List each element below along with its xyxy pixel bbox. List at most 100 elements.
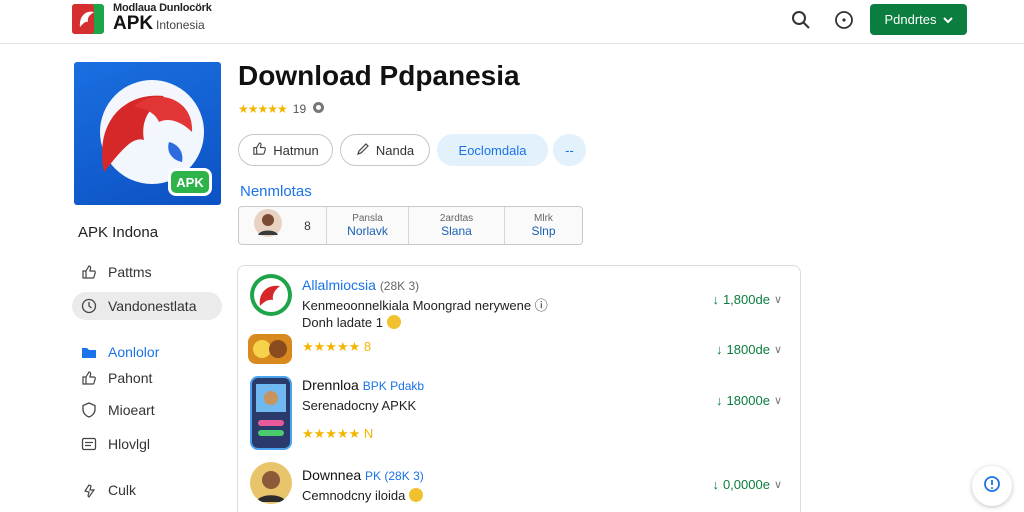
like-label: Hatmun	[273, 142, 319, 158]
help-fab-button[interactable]	[972, 466, 1012, 506]
list-item-description: Serenadocny APKK	[302, 398, 417, 413]
list-item-stars: ★★★★★ 8	[302, 339, 372, 354]
info-value: Slana	[441, 224, 472, 238]
download-arrow-icon: ↓	[712, 292, 719, 307]
info-value: Slnp	[531, 224, 556, 238]
download-count-button[interactable]: ↓ 1800de ∨	[716, 342, 782, 357]
cta-label: Pdndrtes	[884, 12, 937, 27]
download-button[interactable]: Eoclomdala	[437, 134, 548, 166]
sidebar-item-aonlolor[interactable]: Aonlolor	[72, 338, 222, 366]
list-item-meta: PK (28K 3)	[365, 469, 424, 483]
download-count-button[interactable]: ↓ 18000e ∨	[716, 393, 782, 408]
info-box: 8 Pansla Norlavk 2ardtas Slana Mlrk Slnp	[238, 206, 583, 245]
apk-badge-label: APK	[176, 174, 204, 190]
chevron-down-icon: ∨	[773, 395, 782, 407]
globe-icon	[312, 101, 325, 117]
sidebar-item-label: Pattms	[108, 264, 152, 280]
avatar	[254, 209, 283, 242]
sidebar-title: APK Indona	[78, 224, 159, 241]
list-item-meta: BPK Pdakb	[362, 379, 425, 393]
list-item-description: Cemnodcny iloida	[302, 488, 423, 503]
download-arrow-icon: ↓	[716, 342, 723, 357]
page-title: Download Pdpanesia	[238, 60, 520, 91]
info-caption: Pansla	[352, 213, 383, 224]
header-cta-button[interactable]: Pdndrtes	[870, 4, 967, 35]
info-caption: Mlrk	[534, 213, 553, 224]
rating-value: 19	[292, 102, 307, 116]
brand-subtitle: Intonesia	[156, 18, 205, 32]
list-item-subtext: Donh ladate 1	[302, 315, 383, 330]
emoji-icon	[386, 315, 401, 329]
list-item-description: Kenmeoonnelkiala Moongrad nerywene ⓘ	[302, 295, 548, 314]
sidebar-item-hlovlgl[interactable]: Hlovlgl	[72, 430, 222, 458]
info-circle-icon[interactable]	[832, 8, 856, 32]
app-list-icon[interactable]	[250, 274, 292, 316]
list-item-rating: ★★★★★ N	[302, 426, 373, 442]
download-count: 0,0000e	[722, 477, 770, 492]
list-item-name: Allalmiocsia	[302, 277, 376, 293]
edit-label: Nanda	[375, 142, 415, 158]
info-circle-icon: ⓘ	[534, 298, 548, 313]
section-label: Nenmlotas	[240, 183, 312, 200]
pointer-icon	[80, 481, 98, 499]
sidebar-item-label: Culk	[108, 482, 137, 498]
chevron-down-icon: ∨	[773, 294, 782, 306]
info-caption: 2ardtas	[439, 213, 474, 224]
info-cell: Mlrk Slnp	[505, 207, 582, 244]
download-count: 18000e	[726, 393, 770, 408]
shield-icon	[80, 401, 98, 419]
chevron-down-icon	[942, 12, 953, 27]
info-cell: Pansla Norlavk	[327, 207, 409, 244]
download-count: 1,800de	[722, 292, 770, 307]
edit-button[interactable]: Nanda	[340, 134, 430, 166]
download-arrow-icon: ↓	[712, 477, 719, 492]
list-item-name: Downnea	[302, 467, 362, 483]
download-count-button[interactable]: ↓ 0,0000e ∨	[712, 477, 782, 492]
apk-badge: APK	[168, 168, 212, 196]
star-rating: ★★★★★	[238, 102, 288, 116]
list-item-desc-text: Cemnodcny iloida	[302, 488, 406, 503]
info-value: 8	[304, 218, 311, 233]
avatar[interactable]	[250, 462, 292, 504]
sidebar-item-label: Mioeart	[108, 402, 155, 418]
help-icon	[983, 475, 1001, 498]
clock-icon	[80, 297, 98, 315]
app-list-card: Allalmiocsia (28K 3) Kenmeoonnelkiala Mo…	[237, 265, 801, 512]
sidebar-item-pahont[interactable]: Pahont	[72, 364, 222, 392]
game-thumbnail-icon[interactable]	[248, 334, 292, 364]
sidebar-item-vandonestlata[interactable]: Vandonestlata	[72, 292, 222, 320]
folder-icon	[80, 343, 98, 361]
sidebar-item-mioeart[interactable]: Mioeart	[72, 396, 222, 424]
list-item-title[interactable]: Downnea PK (28K 3)	[302, 467, 424, 483]
list-item-title[interactable]: Allalmiocsia (28K 3)	[302, 277, 419, 293]
list-item-title[interactable]: Drennloa BPK Pdakb	[302, 377, 424, 393]
list-item-rating: ★★★★★ 8	[302, 339, 371, 355]
apk-logo[interactable]	[72, 4, 104, 34]
brand-name: APK	[113, 13, 154, 34]
list-item-desc-text: Kenmeoonnelkiala Moongrad nerywene	[302, 298, 532, 313]
sidebar-item-label: Vandonestlata	[108, 298, 197, 314]
info-cell-avatar: 8	[239, 207, 327, 244]
app-icon: APK	[74, 62, 221, 205]
download-arrow-icon: ↓	[716, 393, 723, 408]
thumbs-up-icon	[80, 263, 98, 281]
chevron-down-icon: ∨	[773, 479, 782, 491]
info-cell: 2ardtas Slana	[409, 207, 505, 244]
sidebar-item-pattms[interactable]: Pattms	[72, 258, 222, 286]
list-item-meta: (28K 3)	[379, 279, 420, 293]
rating-row: ★★★★★ 19	[238, 101, 325, 117]
download-count-button[interactable]: ↓ 1,800de ∨	[712, 292, 782, 307]
pencil-icon	[356, 142, 370, 159]
like-button[interactable]: Hatmun	[238, 134, 333, 166]
chevron-down-icon: ∨	[773, 344, 782, 356]
thumbs-up-icon	[252, 141, 267, 159]
list-icon	[80, 435, 98, 453]
more-button[interactable]: --	[553, 134, 586, 166]
search-icon[interactable]	[789, 8, 813, 32]
sidebar-item-culk[interactable]: Culk	[72, 476, 222, 504]
download-label: Eoclomdala	[458, 142, 527, 158]
sidebar-item-label: Hlovlgl	[108, 436, 151, 452]
phone-screenshot-icon[interactable]	[250, 376, 292, 450]
list-item-stars: ★★★★★ N	[302, 426, 374, 441]
sidebar-item-label: Pahont	[108, 370, 153, 386]
